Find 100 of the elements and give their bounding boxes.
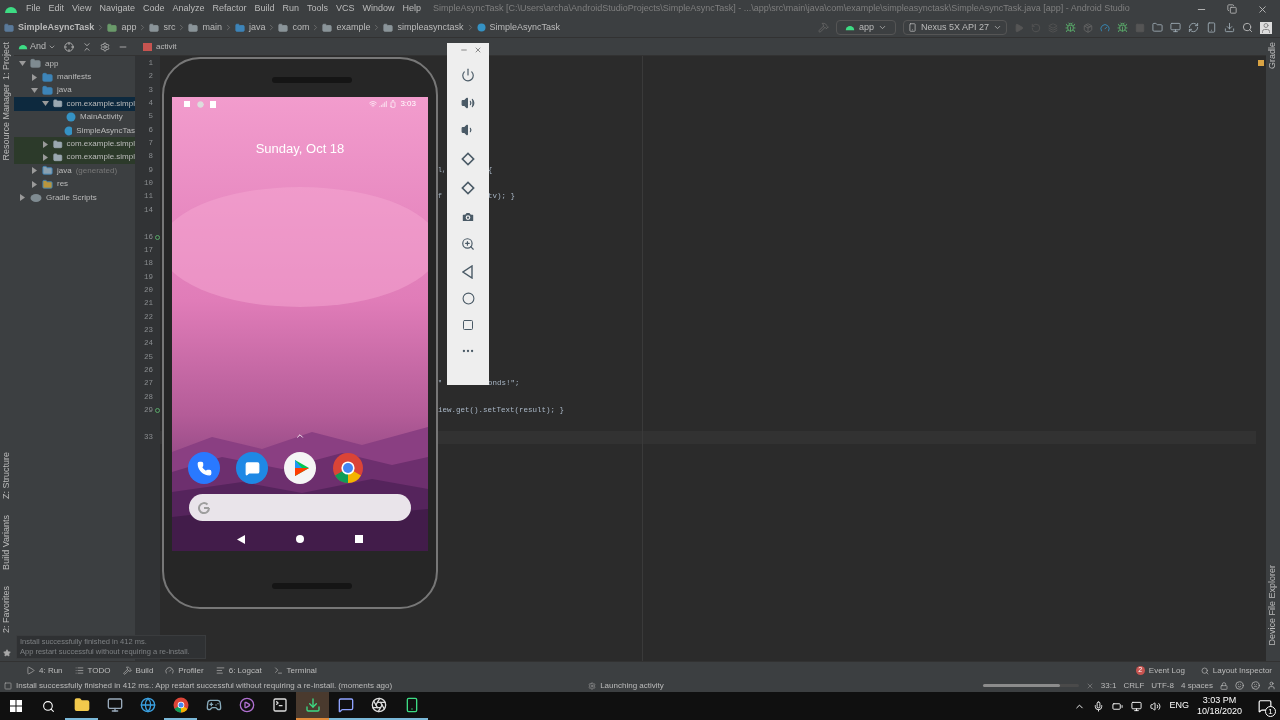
expanded-arrow-icon[interactable] [42,100,49,108]
language-indicator[interactable]: ENG [1169,699,1189,713]
swipe-up-icon[interactable] [295,431,305,441]
tool-window-tab[interactable]: 4: Run [20,664,69,677]
menu-item[interactable]: Navigate [95,2,139,16]
breadcrumb[interactable]: java [248,20,266,35]
menu-item[interactable]: File [22,2,45,16]
line-separator[interactable]: CRLF [1123,679,1145,692]
play-circle-icon [238,697,255,713]
network-icon[interactable] [1131,700,1143,712]
menu-item[interactable]: VCS [332,2,359,16]
tree-item[interactable]: com.example.simpl [14,137,135,151]
collapsed-arrow-icon[interactable] [30,180,38,188]
overview-icon[interactable] [354,535,363,543]
tree-item[interactable]: res [14,177,135,191]
microphone-icon[interactable] [1093,700,1105,712]
collapsed-arrow-icon[interactable] [30,167,38,175]
tool-window-tab[interactable]: 6: Logcat [209,664,268,677]
breadcrumb[interactable]: com [292,20,310,35]
zoom-icon[interactable] [461,237,475,251]
power-icon[interactable] [461,68,475,82]
tree-item[interactable]: com.example.simpl [14,97,135,111]
collapse-icon[interactable] [82,41,92,52]
tool-window-tab[interactable]: Device File Explorer [1262,565,1280,646]
breadcrumb[interactable]: src [163,20,176,35]
avatar-icon[interactable] [1260,21,1272,34]
rotate-right-icon[interactable] [460,180,476,196]
attach-debugger-icon[interactable] [1117,22,1128,33]
menu-item[interactable]: Edit [44,2,69,16]
locate-icon[interactable] [64,41,74,52]
close-icon[interactable] [474,46,482,54]
frown-icon[interactable] [1251,681,1260,690]
home-icon[interactable] [296,535,304,543]
avd-manager-icon[interactable] [1206,22,1217,33]
windows-icon[interactable] [10,700,22,712]
debug-icon[interactable] [1065,22,1076,33]
device-dropdown[interactable]: Nexus 5X API 27 [902,20,1007,35]
project-view-dropdown[interactable]: And [18,39,56,54]
search-bar[interactable] [189,494,411,521]
chrome-icon[interactable] [332,452,364,484]
home-icon[interactable] [461,292,475,305]
back-icon[interactable] [237,534,246,544]
rotate-left-icon[interactable] [460,150,476,167]
battery-icon[interactable] [1112,700,1124,712]
search-icon [1200,666,1209,675]
tool-window-tab[interactable]: Profiler [159,664,210,677]
collapsed-arrow-icon[interactable] [42,153,49,161]
spinner-icon [588,681,597,690]
settings-icon[interactable] [100,41,110,52]
collapsed-arrow-icon[interactable] [42,140,49,148]
project-structure-icon[interactable] [1152,22,1163,33]
tool-window-tab[interactable]: 2: Favorites [0,585,18,633]
menu-item[interactable]: View [68,2,96,16]
breadcrumb[interactable]: app [121,20,137,35]
breadcrumb[interactable]: main [202,20,222,35]
menu-item[interactable]: Window [358,2,399,16]
file-encoding[interactable]: UTF-8 [1151,679,1174,692]
menu-item[interactable]: Tools [303,2,333,16]
tool-window-tab[interactable]: Gradle [1262,42,1280,69]
sdk-manager-icon[interactable] [1224,22,1235,33]
restore-icon[interactable] [1227,3,1237,14]
menu-item[interactable]: Build [250,2,279,16]
menu-item[interactable]: Refactor [208,2,251,16]
tool-window-tab[interactable]: Build Variants [0,515,18,570]
editor-tab[interactable]: activit [135,39,185,55]
caret-position[interactable]: 33:1 [1100,679,1117,692]
back-icon[interactable] [462,264,474,279]
smile-icon[interactable] [1235,681,1244,690]
breadcrumb[interactable]: example [336,20,371,35]
indent-setting[interactable]: 4 spaces [1180,679,1213,692]
sync-icon[interactable] [1188,22,1199,33]
overview-icon[interactable] [462,318,474,331]
search-icon[interactable] [42,699,55,713]
breadcrumb[interactable]: simpleasynctask [397,20,464,35]
menu-item[interactable]: Analyze [168,2,209,16]
inspector-icon[interactable] [1267,681,1276,690]
tree-item[interactable]: Gradle Scripts [14,190,135,205]
menu-item[interactable]: Run [278,2,303,16]
collapsed-arrow-icon[interactable] [18,194,26,202]
expanded-arrow-icon[interactable] [30,86,38,94]
expanded-arrow-icon[interactable] [18,60,26,68]
tool-window-tab[interactable]: Z: Structure [0,452,18,500]
layout-inspector-button[interactable]: Layout Inspector [1200,664,1272,677]
play-store-icon[interactable] [284,452,316,484]
volume-up-icon[interactable] [461,95,475,110]
tool-window-tab[interactable]: TODO [68,664,117,677]
menu-item[interactable]: Help [398,2,426,16]
lock-icon[interactable] [1220,681,1228,690]
notification-icon[interactable] [1258,699,1272,713]
tool-window-tab[interactable]: Terminal [267,664,323,677]
collapsed-arrow-icon[interactable] [30,73,38,81]
menu-item[interactable]: Code [138,2,169,16]
tool-window-tab[interactable]: Build [116,664,160,677]
run-configuration-dropdown[interactable]: app [835,20,896,35]
folder-icon [234,22,245,33]
volume-icon[interactable] [1150,700,1162,712]
breadcrumb[interactable]: SimpleAsyncTask [489,20,561,35]
clock[interactable]: 3:03 PM 10/18/2020 [1196,695,1242,717]
close-icon[interactable] [1257,3,1268,15]
breadcrumb[interactable]: SimpleAsyncTask [18,20,95,35]
